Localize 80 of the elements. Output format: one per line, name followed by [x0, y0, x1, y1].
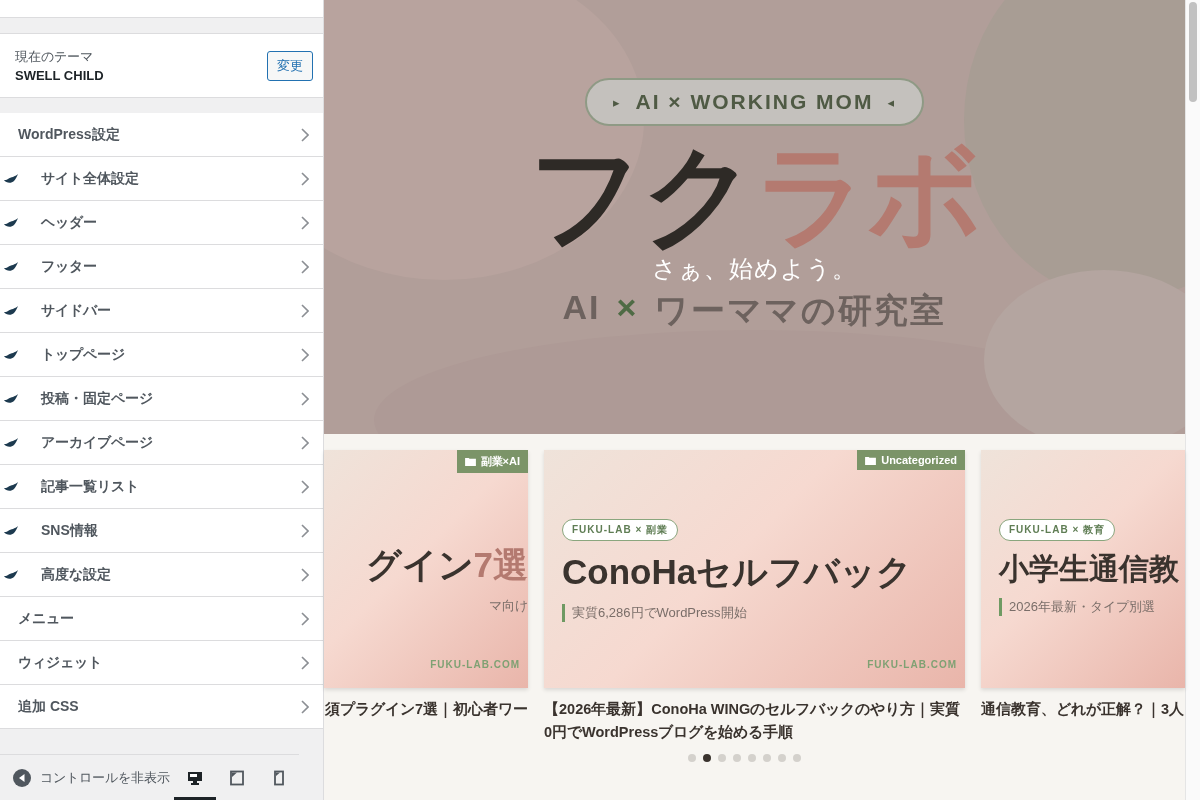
tagline-badge: ▸ AI × WORKING MOM ◂	[585, 78, 924, 126]
category-tag: Uncategorized	[857, 450, 965, 470]
chevron-icon	[301, 699, 309, 714]
post-thumbnail[interactable]: 副業×AI グイン7選 マ向け FUKU-LAB.COM	[324, 450, 528, 688]
thumbnail-headline: 小学生通信教	[999, 551, 1180, 587]
thumbnail-subtitle: 実質6,286円でWordPress開始	[562, 604, 947, 622]
pager-dot[interactable]	[703, 754, 711, 763]
category-tag: 副業×AI	[456, 450, 528, 473]
brand-pill: FUKU-LAB × 副業	[562, 519, 679, 541]
pager-dot[interactable]	[748, 754, 756, 763]
leaf-icon	[4, 482, 18, 492]
menu-item[interactable]: サイドバー	[0, 289, 323, 333]
mobile-icon	[271, 769, 287, 786]
chevron-icon	[301, 479, 309, 494]
pager-dot[interactable]	[718, 754, 726, 763]
chevron-icon	[301, 303, 309, 318]
menu-item[interactable]: 記事一覧リスト	[0, 465, 323, 509]
tablet-icon	[229, 769, 245, 786]
desktop-icon	[187, 769, 203, 786]
menu-item[interactable]: ウィジェット	[0, 641, 323, 685]
pager-dot[interactable]	[793, 754, 801, 763]
menu-item[interactable]: SNS情報	[0, 509, 323, 553]
tagline-text: ワーママの研究室	[654, 290, 947, 332]
thumbnail-headline: ConoHaセルフバック	[562, 551, 914, 593]
leaf-icon	[4, 438, 18, 448]
post-title[interactable]: 須プラグイン7選｜初心者ワー	[324, 698, 528, 722]
post-title[interactable]: 【2026年最新】ConoHa WINGのセルフバックのやり方｜実質0円でWordPressブログを始める手順	[544, 698, 965, 745]
menu-item[interactable]: WordPress設定	[0, 113, 323, 157]
chevron-icon	[301, 391, 309, 406]
folder-icon	[865, 455, 877, 465]
menu-item[interactable]: 追加 CSS	[0, 685, 323, 729]
menu-item[interactable]: フッター	[0, 245, 323, 289]
leaf-icon	[4, 174, 18, 184]
leaf-icon	[4, 218, 18, 228]
menu-item[interactable]: 投稿・固定ページ	[0, 377, 323, 421]
post-title[interactable]: 通信教育、どれが正解？｜3人	[981, 698, 1185, 722]
tagline-text: AI	[562, 288, 601, 329]
pager-dot[interactable]	[778, 754, 786, 763]
leaf-icon	[4, 306, 18, 316]
chevron-icon	[301, 567, 309, 582]
leaf-icon	[4, 262, 18, 272]
collapse-icon	[13, 768, 31, 787]
post-thumbnail[interactable]: FUKU-LAB × 教育 小学生通信教 2026年最新・タイプ別選	[981, 450, 1185, 688]
pager-dot[interactable]	[763, 754, 771, 763]
menu-item[interactable]: アーカイブページ	[0, 421, 323, 465]
brand-pill: FUKU-LAB × 教育	[999, 519, 1116, 541]
site-url: FUKU-LAB.COM	[430, 659, 520, 670]
theme-name: SWELL CHILD	[15, 68, 104, 83]
leaf-icon	[4, 394, 18, 404]
chevron-icon	[301, 611, 309, 626]
collapse-button[interactable]: コントロールを非表示	[13, 768, 174, 787]
pager-dot[interactable]	[733, 754, 741, 763]
theme-label: 現在のテーマ	[15, 48, 94, 66]
menu-item[interactable]: トップページ	[0, 333, 323, 377]
menu-item[interactable]: サイト全体設定	[0, 157, 323, 201]
chevron-icon	[301, 523, 309, 538]
chevron-icon	[301, 435, 309, 450]
thumbnail-subtitle: マ向け	[488, 597, 528, 615]
chevron-icon	[301, 655, 309, 670]
logo-text: フク	[528, 133, 755, 258]
leaf-icon	[4, 526, 18, 536]
leaf-icon	[4, 570, 18, 580]
chevron-icon	[301, 127, 309, 142]
tagline-text: ×	[616, 288, 639, 329]
menu-item[interactable]: メニュー	[0, 597, 323, 641]
post-thumbnail[interactable]: Uncategorized FUKU-LAB × 副業 ConoHaセルフバック 実質6,286円でWordPress開始 FUKU-LAB.COM	[544, 450, 965, 688]
scrollbar[interactable]	[1185, 0, 1200, 800]
chevron-icon	[301, 171, 309, 186]
leaf-icon	[4, 350, 18, 360]
pager-dot[interactable]	[688, 754, 696, 763]
menu-item[interactable]: ヘッダー	[0, 201, 323, 245]
change-button[interactable]: 変更	[267, 50, 313, 81]
site-url: FUKU-LAB.COM	[867, 659, 957, 670]
chevron-icon	[301, 215, 309, 230]
hero-caption: さぁ、始めよう。	[652, 256, 857, 283]
menu-item[interactable]: 高度な設定	[0, 553, 323, 597]
chevron-icon	[301, 259, 309, 274]
chevron-icon	[301, 347, 309, 362]
folder-icon	[464, 457, 476, 466]
thumbnail-headline: グイン7選	[365, 544, 528, 586]
